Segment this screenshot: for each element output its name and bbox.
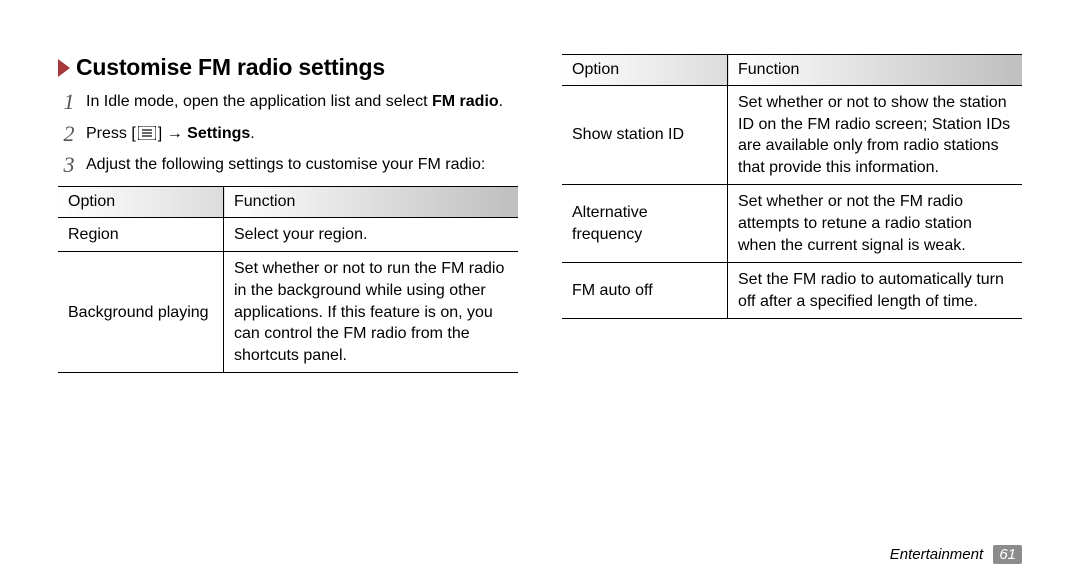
options-table-1: Option Function Region Select your regio…: [58, 186, 518, 374]
page-footer: Entertainment 61: [890, 545, 1022, 564]
step-text-pre: In Idle mode, open the application list …: [86, 93, 432, 110]
step-text-pre: Press [: [86, 125, 136, 142]
step-text-bold: Settings: [187, 125, 250, 142]
step-3: 3 Adjust the following settings to custo…: [58, 154, 518, 176]
step-number: 1: [58, 87, 80, 117]
cell-option: Background playing: [58, 252, 224, 373]
section-heading: Customise FM radio settings: [58, 54, 518, 81]
footer-page-number: 61: [993, 545, 1022, 564]
cell-function: Set whether or not to show the station I…: [728, 86, 1023, 185]
cell-function: Set whether or not to run the FM radio i…: [224, 252, 519, 373]
step-text-bold: FM radio: [432, 93, 499, 110]
cell-option: FM auto off: [562, 263, 728, 319]
table-header-row: Option Function: [58, 186, 518, 217]
table-row: FM auto off Set the FM radio to automati…: [562, 263, 1022, 319]
table-header-row: Option Function: [562, 55, 1022, 86]
table-row: Show station ID Set whether or not to sh…: [562, 86, 1022, 185]
left-column: Customise FM radio settings 1 In Idle mo…: [58, 54, 518, 373]
step-number: 3: [58, 150, 80, 180]
cell-function: Set whether or not the FM radio attempts…: [728, 185, 1023, 263]
table-row: Background playing Set whether or not to…: [58, 252, 518, 373]
header-function: Function: [728, 55, 1023, 86]
right-column: Option Function Show station ID Set whet…: [562, 54, 1022, 373]
header-option: Option: [58, 186, 224, 217]
step-text-pre: Adjust the following settings to customi…: [86, 156, 485, 173]
cell-function: Set the FM radio to automatically turn o…: [728, 263, 1023, 319]
heading-text: Customise FM radio settings: [76, 54, 385, 81]
step-1: 1 In Idle mode, open the application lis…: [58, 91, 518, 113]
table-row: Region Select your region.: [58, 217, 518, 252]
footer-section-name: Entertainment: [890, 546, 983, 563]
cell-option: Region: [58, 217, 224, 252]
table-row: Alternative frequency Set whether or not…: [562, 185, 1022, 263]
step-number: 2: [58, 119, 80, 149]
two-column-layout: Customise FM radio settings 1 In Idle mo…: [58, 54, 1022, 373]
options-table-2: Option Function Show station ID Set whet…: [562, 54, 1022, 319]
step-text-post: .: [499, 93, 503, 110]
step-text-post: .: [250, 125, 254, 142]
step-text-after-icon: ] →: [158, 125, 187, 142]
menu-icon: [138, 126, 156, 140]
steps-list: 1 In Idle mode, open the application lis…: [58, 91, 518, 176]
header-option: Option: [562, 55, 728, 86]
cell-option: Show station ID: [562, 86, 728, 185]
manual-page: Customise FM radio settings 1 In Idle mo…: [0, 0, 1080, 586]
chevron-right-icon: [58, 59, 70, 77]
cell-function: Select your region.: [224, 217, 519, 252]
header-function: Function: [224, 186, 519, 217]
cell-option: Alternative frequency: [562, 185, 728, 263]
step-2: 2 Press [] → Settings.: [58, 123, 518, 145]
